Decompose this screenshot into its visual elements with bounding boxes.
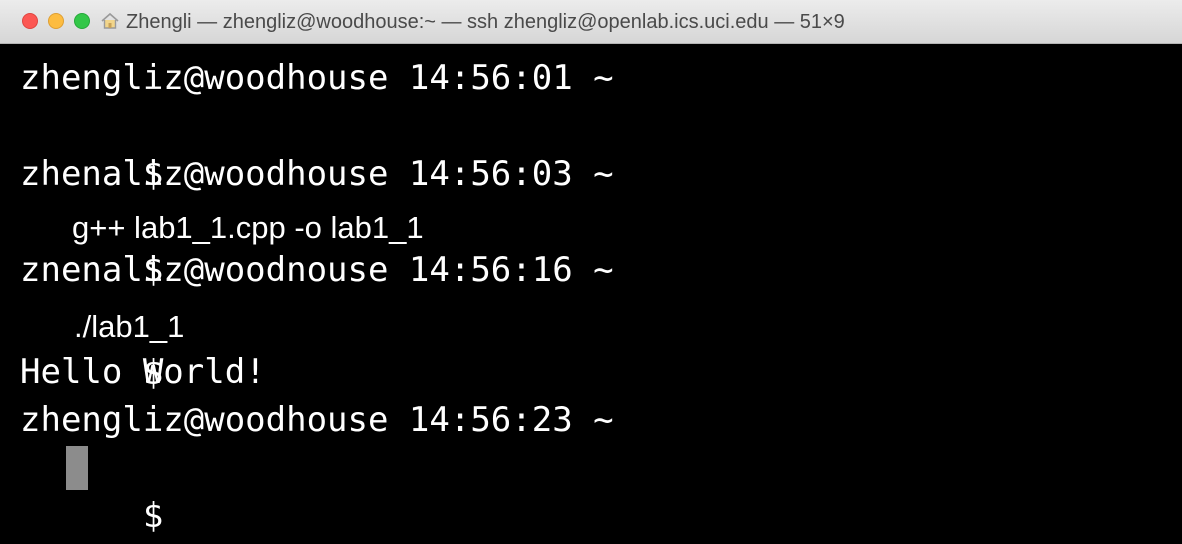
terminal-output[interactable]: zhengliz@woodhouse 14:56:01 ~ $ zhenaliz… [0,44,1182,544]
window-title: Zhengli — zhengliz@woodhouse:~ — ssh zhe… [126,11,845,33]
command-text: ./lab1_1 [74,309,185,344]
input-line: $ [20,102,163,194]
terminal-window: Zhengli — zhengliz@woodhouse:~ — ssh zhe… [0,0,1182,544]
maximize-button[interactable] [74,13,90,29]
prompt-line: znenaliz@woodnouse 14:56:16 ~ [20,250,614,290]
title-bar[interactable]: Zhengli — zhengliz@woodhouse:~ — ssh zhe… [0,0,1182,44]
input-line: $ [20,444,163,536]
prompt-line: zhenaliz@woodhouse 14:56:03 ~ [20,154,614,194]
prompt-symbol: $ [142,496,164,536]
prompt-line: zhengliz@woodhouse 14:56:01 ~ [20,58,614,98]
text-cursor [66,446,88,490]
prompt-line: zhengliz@woodhouse 14:56:23 ~ [20,400,614,440]
output-line: Hello World! [20,352,266,392]
close-button[interactable] [22,13,38,29]
minimize-button[interactable] [48,13,64,29]
command-text: g++ lab1_1.cpp -o lab1_1 [72,210,424,245]
home-icon [101,12,119,29]
